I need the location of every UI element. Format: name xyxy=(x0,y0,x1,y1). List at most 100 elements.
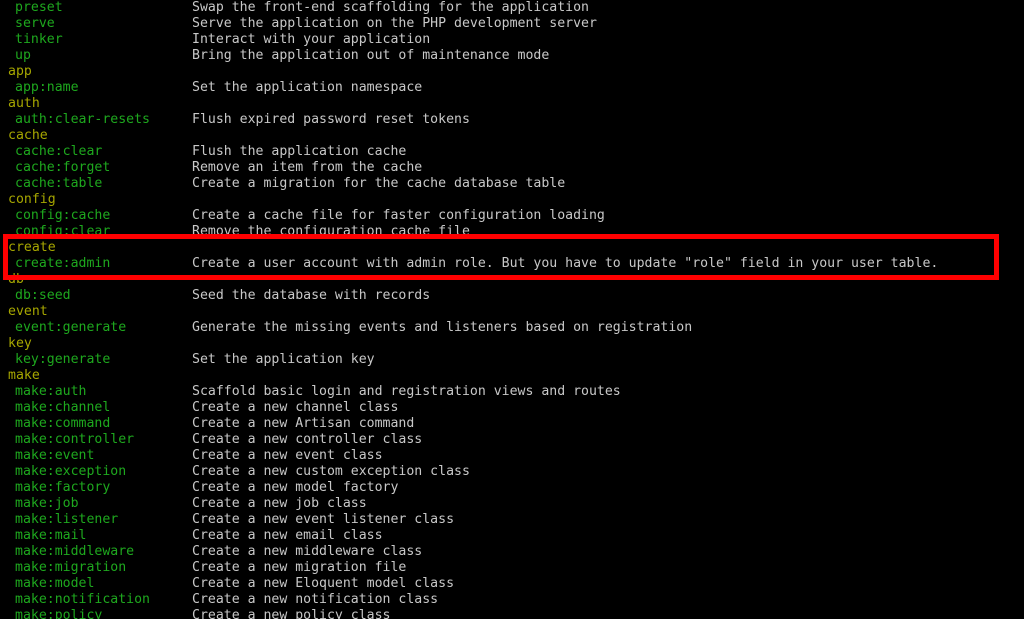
command-row[interactable]: db:seed Seed the database with records xyxy=(0,288,1024,304)
command-group-header: make xyxy=(8,368,40,383)
command-description: Create a new policy class xyxy=(192,608,391,619)
command-description: Create a cache file for faster configura… xyxy=(192,208,605,223)
command-name: cache:table xyxy=(15,176,103,191)
command-row[interactable]: key:generate Set the application key xyxy=(0,352,1024,368)
command-row[interactable]: app:name Set the application namespace xyxy=(0,80,1024,96)
command-group-header: config xyxy=(8,192,56,207)
command-description: Serve the application on the PHP develop… xyxy=(192,16,597,31)
command-group-header: key xyxy=(8,336,32,351)
command-row[interactable]: make:middleware Create a new middleware c… xyxy=(0,544,1024,560)
command-name: config:cache xyxy=(15,208,111,223)
command-name: make:job xyxy=(15,496,79,511)
command-row[interactable]: create:admin Create a user account with a… xyxy=(0,256,1024,272)
command-description: Create a new migration file xyxy=(192,560,407,575)
command-name: make:factory xyxy=(15,480,111,495)
command-row[interactable]: cache:table Create a migration for the ca… xyxy=(0,176,1024,192)
command-row[interactable]: event:generate Generate the missing event… xyxy=(0,320,1024,336)
command-name: make:listener xyxy=(15,512,119,527)
command-description: Create a new Artisan command xyxy=(192,416,415,431)
command-name: cache:forget xyxy=(15,160,111,175)
command-name: make:controller xyxy=(15,432,135,447)
command-name: make:auth xyxy=(15,384,87,399)
command-row[interactable]: config:cache Create a cache file for fast… xyxy=(0,208,1024,224)
command-row[interactable]: make:auth Scaffold basic login and regist… xyxy=(0,384,1024,400)
command-row[interactable]: up Bring the application out of maintenan… xyxy=(0,48,1024,64)
command-description: Generate the missing events and listener… xyxy=(192,320,693,335)
command-description: Create a new event class xyxy=(192,448,383,463)
command-name: key:generate xyxy=(15,352,111,367)
command-description: Create a migration for the cache databas… xyxy=(192,176,566,191)
command-name: make:mail xyxy=(15,528,87,543)
command-name: up xyxy=(15,48,31,63)
command-description: Scaffold basic login and registration vi… xyxy=(192,384,621,399)
command-row[interactable]: make:notification Create a new notificati… xyxy=(0,592,1024,608)
command-description: Create a new custom exception class xyxy=(192,464,470,479)
command-name: db:seed xyxy=(15,288,71,303)
command-row[interactable]: auth:clear-resets Flush expired password … xyxy=(0,112,1024,128)
command-name: make:migration xyxy=(15,560,127,575)
command-group-header: app xyxy=(8,64,32,79)
command-description: Flush expired password reset tokens xyxy=(192,112,470,127)
command-description: Interact with your application xyxy=(192,32,431,47)
command-name: preset xyxy=(15,0,63,15)
command-description: Create a new event listener class xyxy=(192,512,455,527)
command-name: event:generate xyxy=(15,320,127,335)
command-group-header: auth xyxy=(8,96,40,111)
command-row[interactable]: cache:clear Flush the application cache xyxy=(0,144,1024,160)
command-description: Create a new job class xyxy=(192,496,367,511)
command-row[interactable]: make:event Create a new event class xyxy=(0,448,1024,464)
command-name: make:policy xyxy=(15,608,103,619)
command-row[interactable]: make:model Create a new Eloquent model cl… xyxy=(0,576,1024,592)
command-name: make:middleware xyxy=(15,544,135,559)
command-description: Create a new model factory xyxy=(192,480,399,495)
command-row[interactable]: tinker Interact with your application xyxy=(0,32,1024,48)
command-description: Create a new channel class xyxy=(192,400,399,415)
command-description: Seed the database with records xyxy=(192,288,431,303)
command-name: make:model xyxy=(15,576,95,591)
command-name: create:admin xyxy=(15,256,111,271)
command-description: Remove an item from the cache xyxy=(192,160,423,175)
command-group-header: event xyxy=(8,304,48,319)
terminal-output: preset Swap the front-end scaffolding for… xyxy=(0,0,1024,619)
command-row[interactable]: make:controller Create a new controller c… xyxy=(0,432,1024,448)
terminal-window: preset Swap the front-end scaffolding for… xyxy=(0,0,1024,619)
command-row[interactable]: make:policy Create a new policy class xyxy=(0,608,1024,619)
command-description: Create a new Eloquent model class xyxy=(192,576,455,591)
command-row[interactable]: make:command Create a new Artisan command xyxy=(0,416,1024,432)
command-row[interactable]: make:mail Create a new email class xyxy=(0,528,1024,544)
command-row[interactable]: preset Swap the front-end scaffolding for… xyxy=(0,0,1024,16)
command-row[interactable]: make:job Create a new job class xyxy=(0,496,1024,512)
command-name: config:clear xyxy=(15,224,111,239)
command-row[interactable]: make:migration Create a new migration fil… xyxy=(0,560,1024,576)
command-name: make:notification xyxy=(15,592,150,607)
command-description: Flush the application cache xyxy=(192,144,407,159)
command-name: tinker xyxy=(15,32,63,47)
command-description: Create a new email class xyxy=(192,528,383,543)
command-name: serve xyxy=(15,16,55,31)
command-row[interactable]: make:factory Create a new model factory xyxy=(0,480,1024,496)
command-description: Create a new controller class xyxy=(192,432,423,447)
command-row[interactable]: make:channel Create a new channel class xyxy=(0,400,1024,416)
command-group-header: db xyxy=(8,272,24,287)
command-name: make:channel xyxy=(15,400,111,415)
command-name: make:exception xyxy=(15,464,127,479)
command-description: Remove the configuration cache file xyxy=(192,224,470,239)
command-name: auth:clear-resets xyxy=(15,112,150,127)
command-row[interactable]: cache:forget Remove an item from the cach… xyxy=(0,160,1024,176)
command-description: Create a new notification class xyxy=(192,592,439,607)
command-description: Create a user account with admin role. B… xyxy=(192,256,939,271)
command-name: make:event xyxy=(15,448,95,463)
command-row[interactable]: make:listener Create a new event listener… xyxy=(0,512,1024,528)
command-row[interactable]: config:clear Remove the configuration cac… xyxy=(0,224,1024,240)
command-group-header: create xyxy=(8,240,56,255)
command-description: Set the application key xyxy=(192,352,375,367)
command-name: make:command xyxy=(15,416,111,431)
command-name: app:name xyxy=(15,80,79,95)
command-description: Set the application namespace xyxy=(192,80,423,95)
command-row[interactable]: make:exception Create a new custom except… xyxy=(0,464,1024,480)
command-row[interactable]: serve Serve the application on the PHP de… xyxy=(0,16,1024,32)
command-group-header: cache xyxy=(8,128,48,143)
command-name: cache:clear xyxy=(15,144,103,159)
command-description: Bring the application out of maintenance… xyxy=(192,48,550,63)
command-description: Swap the front-end scaffolding for the a… xyxy=(192,0,589,15)
